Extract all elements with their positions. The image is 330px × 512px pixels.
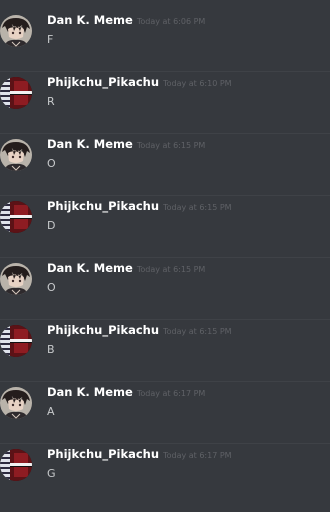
username-label[interactable]: Dan K. Meme Today at 6:06 PM (47, 13, 205, 27)
message-item: Dan K. Meme Today at 6:15 PM O (0, 258, 330, 320)
timestamp-label: Today at 6:17 PM (163, 451, 232, 460)
username-label[interactable]: Dan K. Meme Today at 6:15 PM (47, 137, 205, 151)
pikachu-red-striped-avatar-icon[interactable] (0, 325, 32, 357)
dark-haired-anime-avatar-icon[interactable] (0, 387, 32, 419)
timestamp-label: Today at 6:15 PM (163, 203, 232, 212)
message-text: O (47, 157, 56, 170)
pikachu-red-striped-avatar-icon[interactable] (0, 201, 32, 233)
message-text: B (47, 343, 55, 356)
dark-haired-anime-avatar-icon[interactable] (0, 263, 32, 295)
message-item: Phijkchu_Pikachu Today at 6:15 PM D (0, 196, 330, 258)
message-item: Dan K. Meme Today at 6:15 PM O (0, 134, 330, 196)
pikachu-red-striped-avatar-icon[interactable] (0, 449, 32, 481)
username-label[interactable]: Phijkchu_Pikachu Today at 6:15 PM (47, 199, 232, 213)
message-text: R (47, 95, 55, 108)
timestamp-label: Today at 6:15 PM (136, 141, 206, 150)
timestamp-label: Today at 6:15 PM (163, 327, 232, 336)
message-item: Dan K. Meme Today at 6:06 PM F (0, 10, 330, 72)
timestamp-label: Today at 6:10 PM (163, 79, 232, 88)
dark-haired-anime-avatar-icon[interactable] (0, 15, 32, 47)
username-label[interactable]: Dan K. Meme Today at 6:17 PM (47, 385, 205, 399)
message-list: Dan K. Meme Today at 6:06 PM F Phijkchu_P… (0, 0, 330, 512)
message-text: G (47, 467, 56, 480)
message-text: F (47, 33, 54, 46)
username-label[interactable]: Phijkchu_Pikachu Today at 6:17 PM (47, 447, 232, 461)
message-item: Dan K. Meme Today at 6:17 PM A (0, 382, 330, 444)
username-label[interactable]: Dan K. Meme Today at 6:15 PM (47, 261, 205, 275)
timestamp-label: Today at 6:17 PM (136, 389, 206, 398)
message-text: O (47, 281, 56, 294)
message-item: Phijkchu_Pikachu Today at 6:10 PM R (0, 72, 330, 134)
timestamp-label: Today at 6:15 PM (136, 265, 206, 274)
dark-haired-anime-avatar-icon[interactable] (0, 139, 32, 171)
message-text: A (47, 405, 55, 418)
message-item: Phijkchu_Pikachu Today at 6:15 PM B (0, 320, 330, 382)
pikachu-red-striped-avatar-icon[interactable] (0, 77, 32, 109)
username-label[interactable]: Phijkchu_Pikachu Today at 6:15 PM (47, 323, 232, 337)
timestamp-label: Today at 6:06 PM (136, 17, 206, 26)
message-text: D (47, 219, 56, 232)
username-label[interactable]: Phijkchu_Pikachu Today at 6:10 PM (47, 75, 232, 89)
message-item: Phijkchu_Pikachu Today at 6:17 PM G (0, 444, 330, 506)
